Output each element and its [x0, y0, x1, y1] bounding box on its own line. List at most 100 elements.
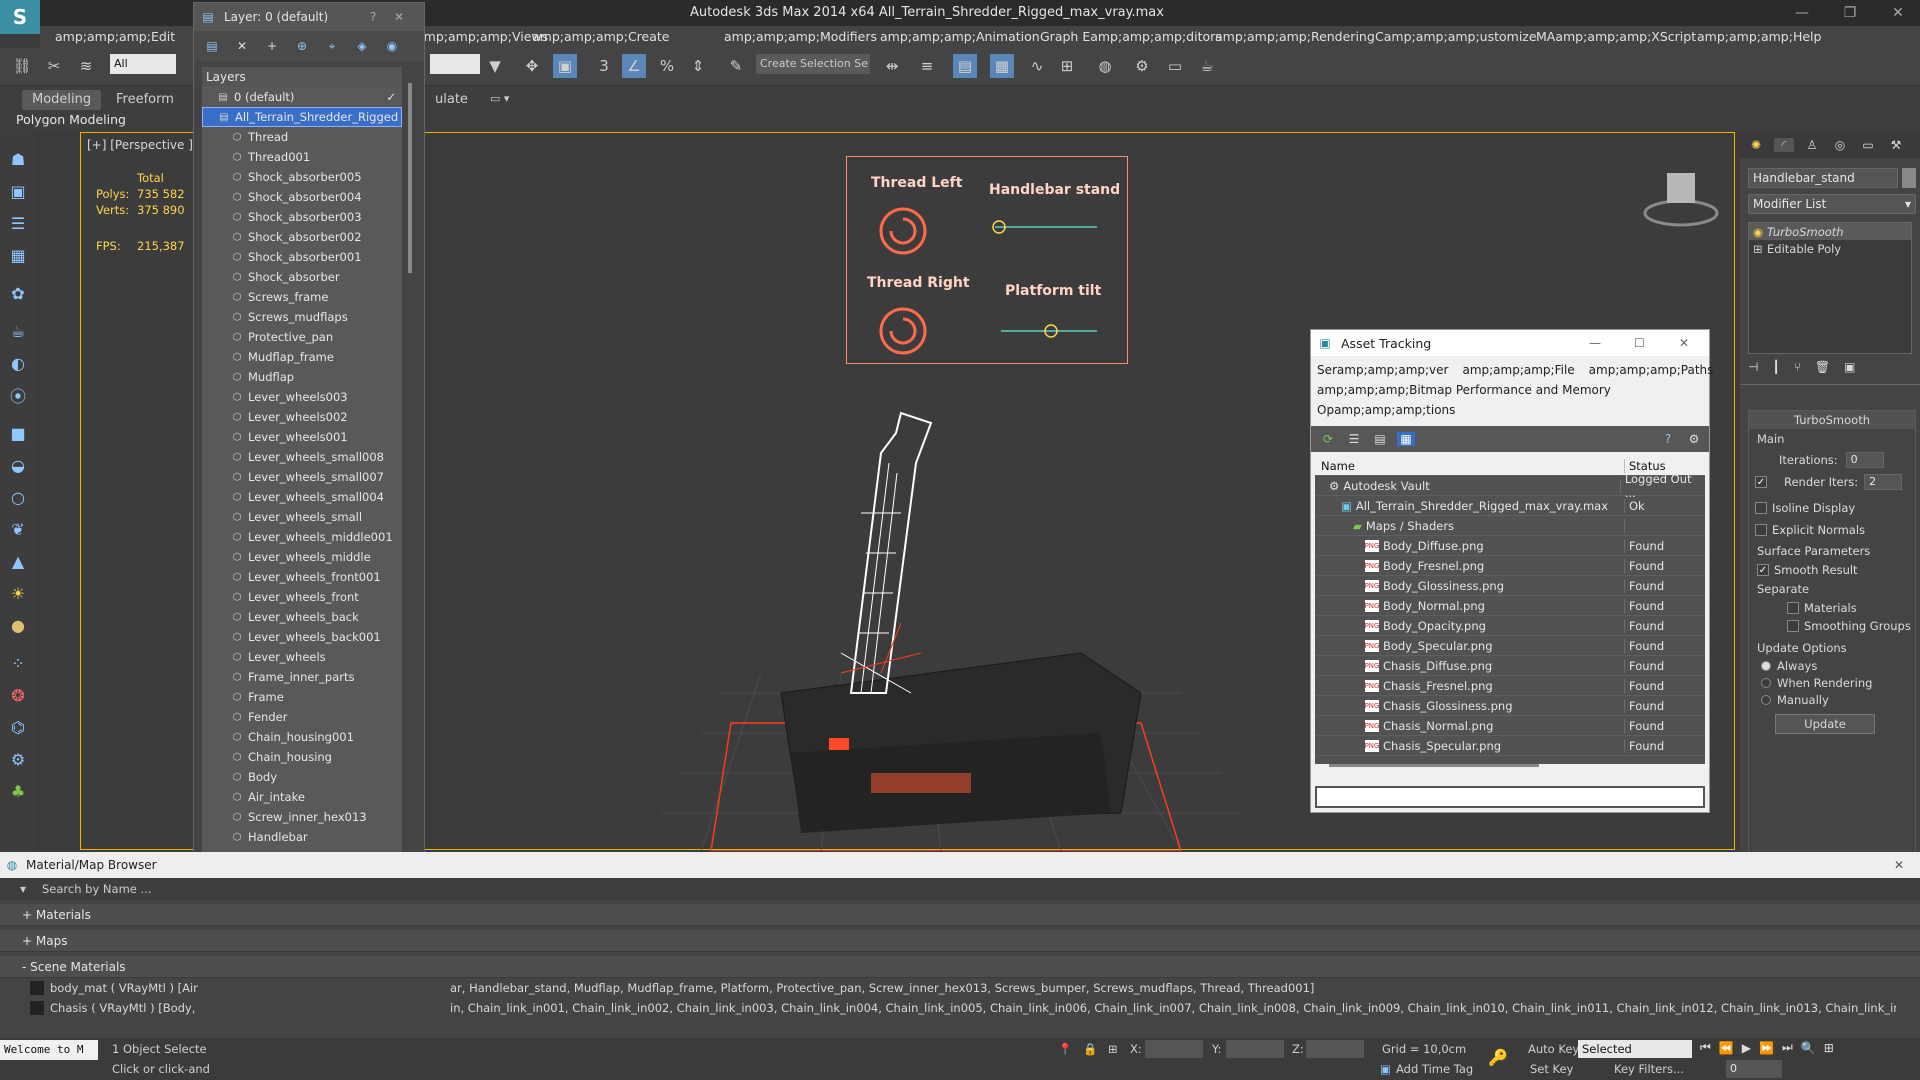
- teapot-icon[interactable]: ☕: [5, 318, 31, 344]
- layer-item[interactable]: ⬡ Shock_absorber001: [202, 247, 402, 267]
- smooth-result-checkbox[interactable]: ✓: [1757, 564, 1769, 576]
- col-name-header[interactable]: Name: [1315, 458, 1625, 473]
- auto-key-button[interactable]: Auto Key: [1528, 1042, 1579, 1056]
- maximize-button[interactable]: ❐: [1830, 3, 1870, 23]
- asset-hscrollbar[interactable]: [1329, 764, 1539, 767]
- layer-item[interactable]: ⬡ Protective_pan: [202, 327, 402, 347]
- render-setup-icon[interactable]: ⚙: [1130, 54, 1154, 78]
- col-status-header[interactable]: Status: [1625, 459, 1666, 473]
- z-coordinate-field[interactable]: [1306, 1040, 1364, 1058]
- x-coordinate-field[interactable]: [1145, 1040, 1203, 1058]
- add-time-tag[interactable]: Add Time Tag: [1396, 1062, 1473, 1076]
- materials-checkbox[interactable]: [1787, 602, 1799, 614]
- asset-row[interactable]: PNG Chasis_Diffuse.png Found: [1315, 656, 1705, 676]
- stack-item-turbosmooth[interactable]: ◉ TurboSmooth: [1749, 223, 1911, 240]
- isoline-checkbox[interactable]: [1755, 502, 1767, 514]
- snap-icon[interactable]: 3: [592, 54, 616, 78]
- layer-item[interactable]: ⬡ Shock_absorber002: [202, 227, 402, 247]
- layer-item[interactable]: ⬡ Frame_inner_parts: [202, 667, 402, 687]
- maps-group[interactable]: + Maps: [0, 930, 1920, 952]
- scatter-icon[interactable]: ⁘: [5, 650, 31, 676]
- graphite-toggle-icon[interactable]: ▦: [990, 54, 1014, 78]
- layer-dialog-close-button[interactable]: ✕: [394, 10, 424, 24]
- camera-icon[interactable]: ⦿: [5, 382, 31, 408]
- maxscript-listener-field[interactable]: Welcome to M: [0, 1040, 98, 1060]
- asset-menu-file[interactable]: amp;amp;amp;File: [1462, 363, 1574, 377]
- layer-item[interactable]: ⬡ Lever_wheels002: [202, 407, 402, 427]
- render-icon[interactable]: ☕: [1195, 54, 1219, 78]
- update-button[interactable]: Update: [1775, 714, 1875, 734]
- asset-row[interactable]: PNG Body_Fresnel.png Found: [1315, 556, 1705, 576]
- align-icon[interactable]: ≡: [915, 54, 939, 78]
- close-button[interactable]: ✕: [1878, 3, 1918, 23]
- compound-icon[interactable]: ⌬: [5, 714, 31, 740]
- asset-close-button[interactable]: ✕: [1679, 336, 1709, 350]
- explicit-normals-checkbox[interactable]: [1755, 524, 1767, 536]
- layer-item[interactable]: ⬡ Fender: [202, 707, 402, 727]
- expand-icon[interactable]: ⊞: [1753, 242, 1767, 256]
- minimize-button[interactable]: —: [1782, 3, 1822, 23]
- asset-row[interactable]: PNG Chasis_Fresnel.png Found: [1315, 676, 1705, 696]
- named-selection-set-field[interactable]: Create Selection Se: [756, 54, 870, 74]
- rendered-frame-icon[interactable]: ▭: [1163, 54, 1187, 78]
- layer-item[interactable]: ⬡ Thread: [202, 127, 402, 147]
- scene-materials-group[interactable]: - Scene Materials: [0, 956, 1920, 978]
- list-icon[interactable]: ☰: [5, 210, 31, 236]
- render-frame-icon[interactable]: ▣: [5, 178, 31, 204]
- layer-dialog-help-button[interactable]: ?: [370, 10, 394, 24]
- previous-frame-icon[interactable]: ⏪: [1719, 1041, 1734, 1055]
- asset-path-field[interactable]: [1315, 786, 1705, 808]
- asset-row[interactable]: PNG Body_Diffuse.png Found: [1315, 536, 1705, 556]
- asset-menu-bitmap[interactable]: amp;amp;amp;Bitmap Performance and Memor…: [1317, 383, 1611, 397]
- bind-spacewarp-icon[interactable]: ≋: [74, 54, 98, 78]
- modifier-list-dropdown[interactable]: Modifier List ▾: [1748, 194, 1916, 214]
- object-color-swatch[interactable]: [1902, 168, 1916, 188]
- key-mode-select[interactable]: Selected: [1578, 1040, 1692, 1058]
- iterations-spinner[interactable]: 0: [1845, 452, 1884, 468]
- motion-tab-icon[interactable]: ◎: [1830, 138, 1850, 152]
- menu-views[interactable]: amp;amp;amp;Views: [416, 29, 548, 44]
- modifier-stack[interactable]: ◉ TurboSmooth ⊞ Editable Poly: [1748, 222, 1912, 354]
- layer-item[interactable]: ⬡ Lever_wheels_back001: [202, 627, 402, 647]
- selection-filter-select[interactable]: All: [110, 54, 176, 74]
- tab-populate[interactable]: ulate: [425, 90, 478, 110]
- dome-icon[interactable]: ◒: [5, 452, 31, 478]
- handlebar-stand-slider[interactable]: [987, 217, 1107, 237]
- smoothing-groups-checkbox[interactable]: [1787, 620, 1799, 632]
- layers-icon[interactable]: ▤: [202, 39, 222, 53]
- zoom-icon[interactable]: 🔍: [1801, 1041, 1816, 1055]
- go-to-start-icon[interactable]: ⏮: [1700, 1040, 1711, 1055]
- create-tab-icon[interactable]: ✺: [1746, 138, 1766, 152]
- make-unique-icon[interactable]: ⑂: [1794, 360, 1801, 374]
- asset-row[interactable]: PNG Body_Opacity.png Found: [1315, 616, 1705, 636]
- mirror-icon[interactable]: ⇹: [880, 54, 904, 78]
- tab-freeform[interactable]: Freeform: [106, 90, 184, 110]
- menu-customize[interactable]: Camp;amp;amp;ustomize: [1375, 29, 1537, 44]
- layer-item[interactable]: ⬡ Lever_wheels_small007: [202, 467, 402, 487]
- remove-modifier-icon[interactable]: 🗑: [1815, 360, 1830, 374]
- layer-item[interactable]: ⬡ Handlebar: [202, 827, 402, 847]
- go-to-end-icon[interactable]: ⏭: [1782, 1040, 1793, 1055]
- layer-item[interactable]: ⬡ Shock_absorber004: [202, 187, 402, 207]
- asset-row[interactable]: ⚙ Autodesk Vault Logged Out ...: [1315, 472, 1705, 500]
- ring-icon[interactable]: ○: [5, 484, 31, 510]
- asset-maximize-button[interactable]: ☐: [1634, 336, 1679, 350]
- rollout-title[interactable]: TurboSmooth: [1749, 411, 1915, 429]
- asset-row[interactable]: PNG Body_Specular.png Found: [1315, 636, 1705, 656]
- layer-scrollbar[interactable]: [408, 83, 412, 273]
- asset-row[interactable]: PNG Body_Normal.png Found: [1315, 596, 1705, 616]
- layer-item[interactable]: ⬡ Screws_mudflaps: [202, 307, 402, 327]
- pivot-icon[interactable]: ▼: [483, 54, 507, 78]
- link-icon[interactable]: ⛓: [10, 54, 34, 78]
- asset-minimize-button[interactable]: —: [1589, 336, 1634, 350]
- layer-item[interactable]: ⬡ Lever_wheels_middle: [202, 547, 402, 567]
- utilities-tab-icon[interactable]: ⚒: [1886, 138, 1906, 152]
- add-layer-icon[interactable]: +: [262, 39, 282, 53]
- hide-all-icon[interactable]: ◉: [382, 39, 402, 53]
- menu-create[interactable]: amp;amp;amp;Create: [532, 29, 669, 44]
- menu-maxscript[interactable]: MAamp;amp;amp;XScript: [1536, 29, 1696, 44]
- always-radio[interactable]: [1761, 660, 1771, 671]
- render-iters-checkbox[interactable]: ✓: [1755, 476, 1767, 488]
- manually-radio[interactable]: [1761, 694, 1771, 705]
- cone-icon[interactable]: ▲: [5, 548, 31, 574]
